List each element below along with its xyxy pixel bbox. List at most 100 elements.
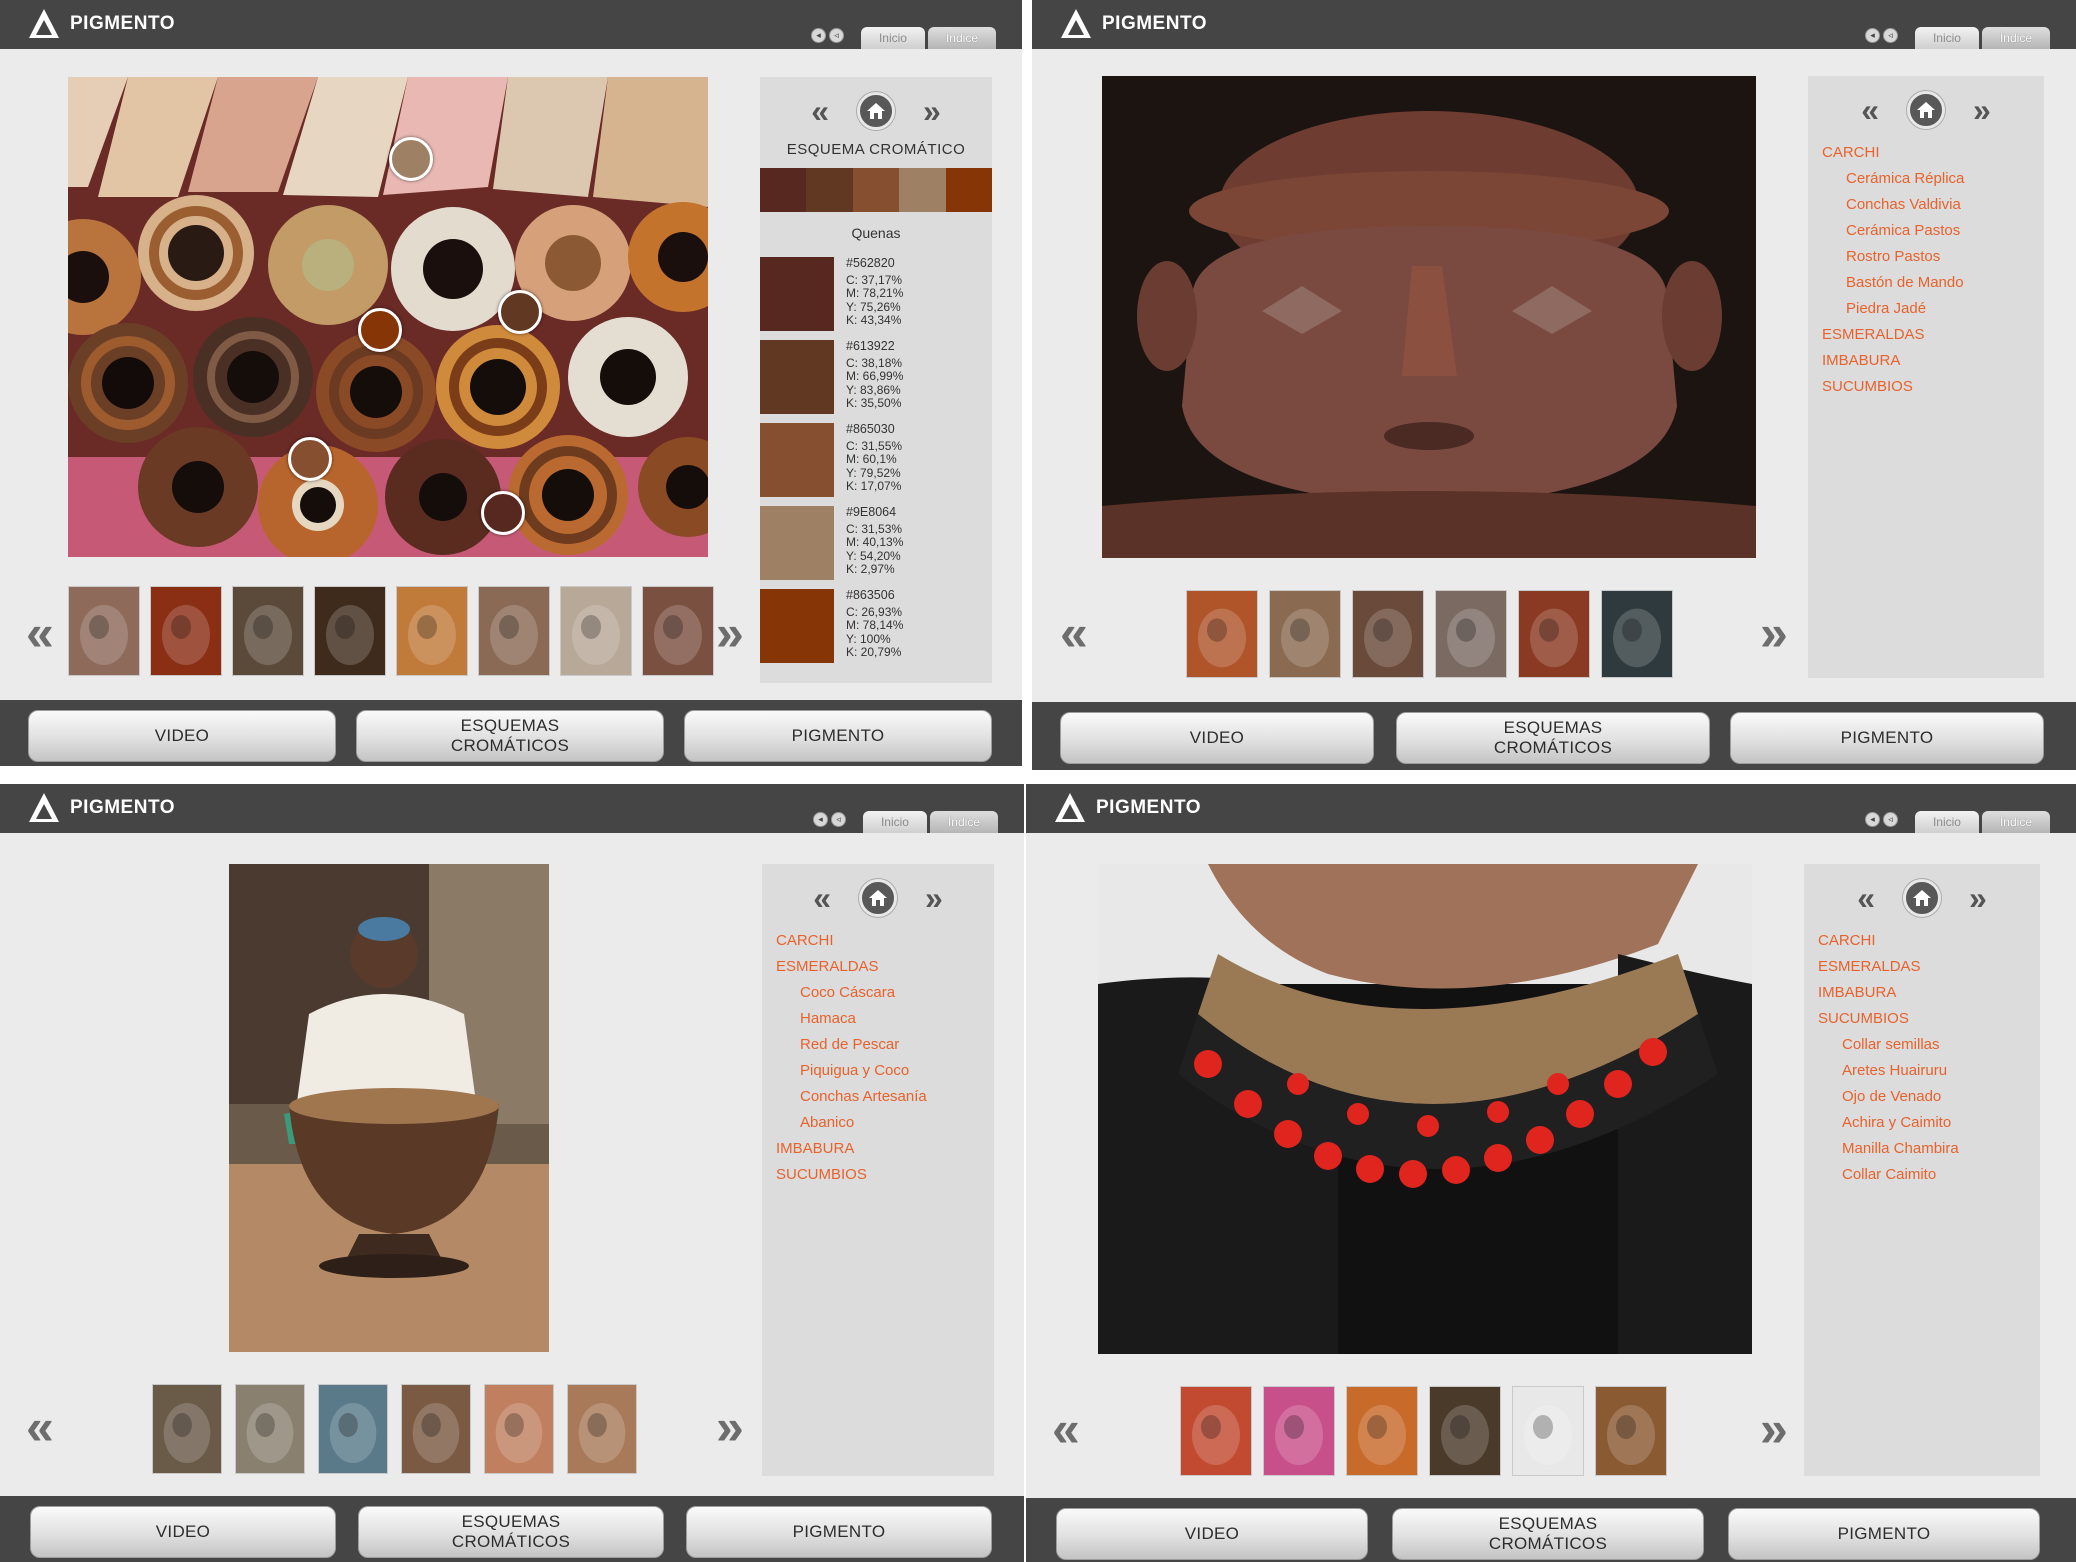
double-chevron-right-icon[interactable]: » [925,882,943,914]
thumbnail[interactable] [1435,590,1507,678]
brand[interactable]: PIGMENTO [26,6,175,42]
menu-subitem[interactable]: Collar Caimito [1818,1162,2034,1188]
home-icon[interactable] [1903,879,1941,917]
mute-icon[interactable]: ◃ [1882,812,1898,827]
brand[interactable]: PIGMENTO [1058,6,1207,42]
double-chevron-right-icon[interactable]: » [1760,1404,1788,1454]
home-icon[interactable] [857,92,895,130]
video-button[interactable]: VIDEO [30,1506,336,1558]
menu-subitem[interactable]: Piquigua y Coco [776,1058,988,1084]
color-picker-marker[interactable] [481,491,525,535]
menu-subitem[interactable]: Cerámica Réplica [1822,166,2038,192]
swatch-color[interactable] [760,506,834,580]
color-strip-cell[interactable] [899,168,946,212]
color-picker-marker[interactable] [288,437,332,481]
menu-subitem[interactable]: Rostro Pastos [1822,244,2038,270]
menu-region[interactable]: IMBABURA [776,1136,988,1162]
double-chevron-left-icon[interactable]: « [811,95,829,127]
double-chevron-right-icon[interactable]: » [1760,608,1788,658]
pigmento-button[interactable]: PIGMENTO [1730,712,2044,764]
tab-inicio[interactable]: Inicio [1914,27,1979,49]
tab-inicio[interactable]: Inicio [1914,811,1979,833]
esquemas-cromaticos-button[interactable]: ESQUEMAS CROMÁTICOS [358,1506,664,1558]
swatch-color[interactable] [760,257,834,331]
speaker-icon[interactable]: ◂ [810,28,826,43]
swatch-color[interactable] [760,423,834,497]
tab-indice[interactable]: Índice [927,27,996,49]
color-strip-cell[interactable] [852,168,900,212]
menu-region[interactable]: ESMERALDAS [1822,322,2038,348]
menu-region[interactable]: CARCHI [1822,140,2038,166]
speaker-icon[interactable]: ◂ [1864,28,1880,43]
thumbnail[interactable] [642,586,714,676]
video-button[interactable]: VIDEO [1060,712,1374,764]
thumbnail[interactable] [1180,1386,1252,1476]
thumbnail[interactable] [1263,1386,1335,1476]
double-chevron-right-icon[interactable]: » [1969,882,1987,914]
double-chevron-right-icon[interactable]: » [716,608,744,658]
menu-region[interactable]: IMBABURA [1822,348,2038,374]
color-picker-marker[interactable] [389,137,433,181]
thumbnail[interactable] [567,1384,637,1474]
thumbnail[interactable] [1346,1386,1418,1476]
thumbnail[interactable] [484,1384,554,1474]
menu-subitem[interactable]: Coco Cáscara [776,980,988,1006]
color-picker-marker[interactable] [358,308,402,352]
double-chevron-left-icon[interactable]: « [1857,882,1875,914]
menu-region[interactable]: ESMERALDAS [1818,954,2034,980]
esquemas-cromaticos-button[interactable]: ESQUEMAS CROMÁTICOS [1396,712,1710,764]
menu-region[interactable]: SUCUMBIOS [776,1162,988,1188]
tab-indice[interactable]: Índice [929,811,998,833]
color-picker-marker[interactable] [498,290,542,334]
double-chevron-left-icon[interactable]: « [26,608,54,658]
thumbnail[interactable] [318,1384,388,1474]
thumbnail[interactable] [152,1384,222,1474]
pigmento-button[interactable]: PIGMENTO [1728,1508,2040,1560]
menu-subitem[interactable]: Conchas Valdivia [1822,192,2038,218]
home-icon[interactable] [859,879,897,917]
mute-icon[interactable]: ◃ [828,28,844,43]
menu-subitem[interactable]: Achira y Caimito [1818,1110,2034,1136]
pigmento-button[interactable]: PIGMENTO [686,1506,992,1558]
menu-region[interactable]: CARCHI [776,928,988,954]
thumbnail[interactable] [1518,590,1590,678]
mute-icon[interactable]: ◃ [830,812,846,827]
menu-subitem[interactable]: Bastón de Mando [1822,270,2038,296]
double-chevron-left-icon[interactable]: « [1861,94,1879,126]
color-strip-cell[interactable] [760,168,807,212]
menu-subitem[interactable]: Red de Pescar [776,1032,988,1058]
speaker-icon[interactable]: ◂ [812,812,828,827]
thumbnail[interactable] [396,586,468,676]
thumbnail[interactable] [1595,1386,1667,1476]
menu-subitem[interactable]: Aretes Huairuru [1818,1058,2034,1084]
thumbnail[interactable] [1429,1386,1501,1476]
menu-subitem[interactable]: Cerámica Pastos [1822,218,2038,244]
thumbnail[interactable] [1352,590,1424,678]
tab-inicio[interactable]: Inicio [860,27,925,49]
thumbnail[interactable] [1186,590,1258,678]
menu-region[interactable]: IMBABURA [1818,980,2034,1006]
double-chevron-left-icon[interactable]: « [26,1402,54,1452]
thumbnail[interactable] [150,586,222,676]
tab-inicio[interactable]: Inicio [862,811,927,833]
thumbnail[interactable] [1601,590,1673,678]
menu-region[interactable]: SUCUMBIOS [1818,1006,2034,1032]
double-chevron-right-icon[interactable]: » [1973,94,1991,126]
menu-subitem[interactable]: Manilla Chambira [1818,1136,2034,1162]
esquemas-cromaticos-button[interactable]: ESQUEMAS CROMÁTICOS [356,710,664,762]
tab-indice[interactable]: Índice [1981,811,2050,833]
pigmento-button[interactable]: PIGMENTO [684,710,992,762]
video-button[interactable]: VIDEO [28,710,336,762]
menu-subitem[interactable]: Hamaca [776,1006,988,1032]
thumbnail[interactable] [478,586,550,676]
menu-region[interactable]: CARCHI [1818,928,2034,954]
thumbnail[interactable] [68,586,140,676]
tab-indice[interactable]: Índice [1981,27,2050,49]
thumbnail[interactable] [1269,590,1341,678]
thumbnail[interactable] [235,1384,305,1474]
color-strip-cell[interactable] [945,168,993,212]
double-chevron-left-icon[interactable]: « [1060,608,1088,658]
thumbnail[interactable] [314,586,386,676]
menu-subitem[interactable]: Abanico [776,1110,988,1136]
video-button[interactable]: VIDEO [1056,1508,1368,1560]
